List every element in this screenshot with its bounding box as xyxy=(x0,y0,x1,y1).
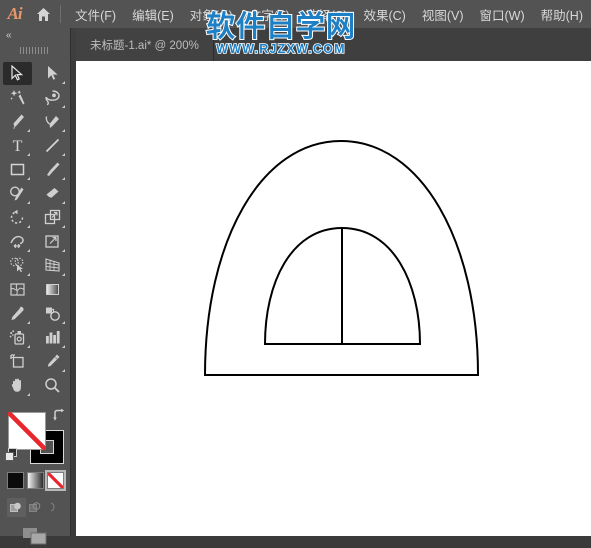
menu-divider xyxy=(60,5,62,23)
gradient-mode-button[interactable] xyxy=(27,472,44,489)
paintbrush-tool[interactable] xyxy=(38,158,67,181)
fill-swatch[interactable] xyxy=(8,412,46,450)
artboard-tool[interactable] xyxy=(3,350,32,373)
default-fill-stroke-icon[interactable] xyxy=(5,448,18,466)
lasso-tool[interactable] xyxy=(38,86,67,109)
scale-tool[interactable] xyxy=(38,206,67,229)
hand-tool[interactable] xyxy=(3,374,32,397)
screen-mode-button[interactable] xyxy=(0,524,70,548)
selection-tool[interactable] xyxy=(3,61,32,85)
fill-type-buttons xyxy=(7,470,66,492)
collapse-panel-button[interactable]: « xyxy=(0,28,70,43)
eraser-tool[interactable] xyxy=(38,182,67,205)
fill-stroke-controls xyxy=(0,406,70,468)
pencil-tool[interactable] xyxy=(3,182,32,205)
rectangle-tool[interactable] xyxy=(3,158,32,181)
symbol-sprayer-tool[interactable] xyxy=(3,326,32,349)
app-logo: Ai xyxy=(7,4,23,23)
rotate-tool[interactable] xyxy=(3,206,32,229)
add-anchor-point-tool[interactable] xyxy=(38,110,67,133)
color-mode-button[interactable] xyxy=(7,472,24,489)
shape-builder-tool[interactable] xyxy=(3,254,32,277)
menu-help[interactable]: 帮助(H) xyxy=(533,0,591,28)
none-mode-button[interactable] xyxy=(45,470,66,491)
draw-inside-button[interactable] xyxy=(45,498,64,517)
direct-selection-tool[interactable] xyxy=(38,62,67,85)
type-tool[interactable]: T xyxy=(3,134,32,157)
panel-drag-handle[interactable] xyxy=(0,43,70,57)
width-tool[interactable] xyxy=(3,230,32,253)
document-tab[interactable]: 未标题-1.ai* @ 200% xyxy=(76,28,214,61)
magic-wand-tool[interactable] xyxy=(3,86,32,109)
color-controls xyxy=(0,406,70,545)
tool-grid: T xyxy=(0,61,70,397)
column-graph-tool[interactable] xyxy=(38,326,67,349)
document-tab-label: 未标题-1.ai* @ 200% xyxy=(90,39,199,52)
document-tab-bar: 未标题-1.ai* @ 200% xyxy=(0,28,591,61)
eyedropper-tool[interactable] xyxy=(3,302,32,325)
blend-tool[interactable] xyxy=(38,302,67,325)
menu-view[interactable]: 视图(V) xyxy=(414,0,472,28)
mesh-tool[interactable] xyxy=(3,278,32,301)
menu-edit[interactable]: 编辑(E) xyxy=(124,0,182,28)
perspective-grid-tool[interactable] xyxy=(38,254,67,277)
menu-type[interactable]: 文字(T) xyxy=(241,0,298,28)
menu-select[interactable]: 选择(S) xyxy=(298,0,356,28)
menu-effect[interactable]: 效果(C) xyxy=(355,0,413,28)
menu-object[interactable]: 对象(O) xyxy=(182,0,241,28)
tent-illustration xyxy=(203,139,480,376)
menu-bar: Ai 文件(F) 编辑(E) 对象(O) 文字(T) 选择(S) 效果(C) 视… xyxy=(0,0,591,28)
pen-tool[interactable] xyxy=(3,110,32,133)
artboard-canvas[interactable] xyxy=(76,61,591,536)
draw-behind-button[interactable] xyxy=(26,498,45,517)
tools-panel: « T xyxy=(0,28,71,545)
svg-text:T: T xyxy=(13,138,23,154)
menu-window[interactable]: 窗口(W) xyxy=(472,0,533,28)
none-slash-icon xyxy=(8,412,46,450)
line-segment-tool[interactable] xyxy=(38,134,67,157)
free-transform-tool[interactable] xyxy=(38,230,67,253)
home-icon[interactable] xyxy=(29,0,58,28)
swap-fill-stroke-icon[interactable] xyxy=(52,408,66,426)
zoom-tool[interactable] xyxy=(38,374,67,397)
menu-file[interactable]: 文件(F) xyxy=(67,0,124,28)
draw-mode-buttons xyxy=(7,498,65,518)
slice-tool[interactable] xyxy=(38,350,67,373)
gradient-tool[interactable] xyxy=(38,278,67,301)
draw-normal-button[interactable] xyxy=(7,498,26,517)
